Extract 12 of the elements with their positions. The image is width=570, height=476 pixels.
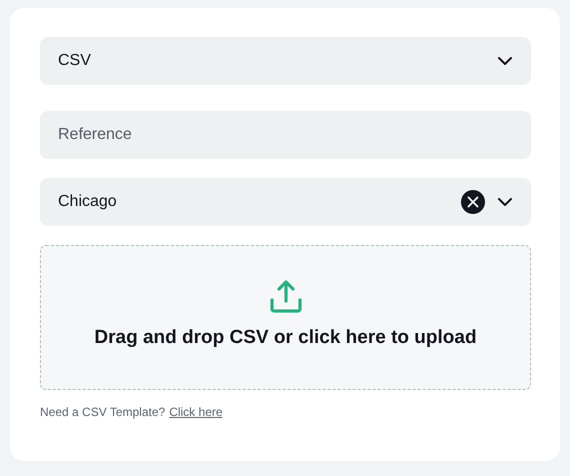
reference-field[interactable]: Reference	[40, 111, 531, 159]
chevron-down-icon[interactable]	[497, 197, 513, 207]
chevron-down-icon	[497, 56, 513, 66]
template-hint: Need a CSV Template?	[40, 405, 166, 419]
upload-instruction: Drag and drop CSV or click here to upload	[94, 326, 477, 348]
template-link[interactable]: Click here	[169, 405, 223, 419]
clear-icon[interactable]	[461, 190, 485, 214]
selected-value: Chicago	[58, 193, 117, 211]
location-select[interactable]: Chicago	[40, 178, 531, 226]
upload-dropzone[interactable]: Drag and drop CSV or click here to upload	[40, 245, 531, 390]
upload-icon	[268, 278, 304, 314]
format-select[interactable]: CSV	[40, 37, 531, 85]
